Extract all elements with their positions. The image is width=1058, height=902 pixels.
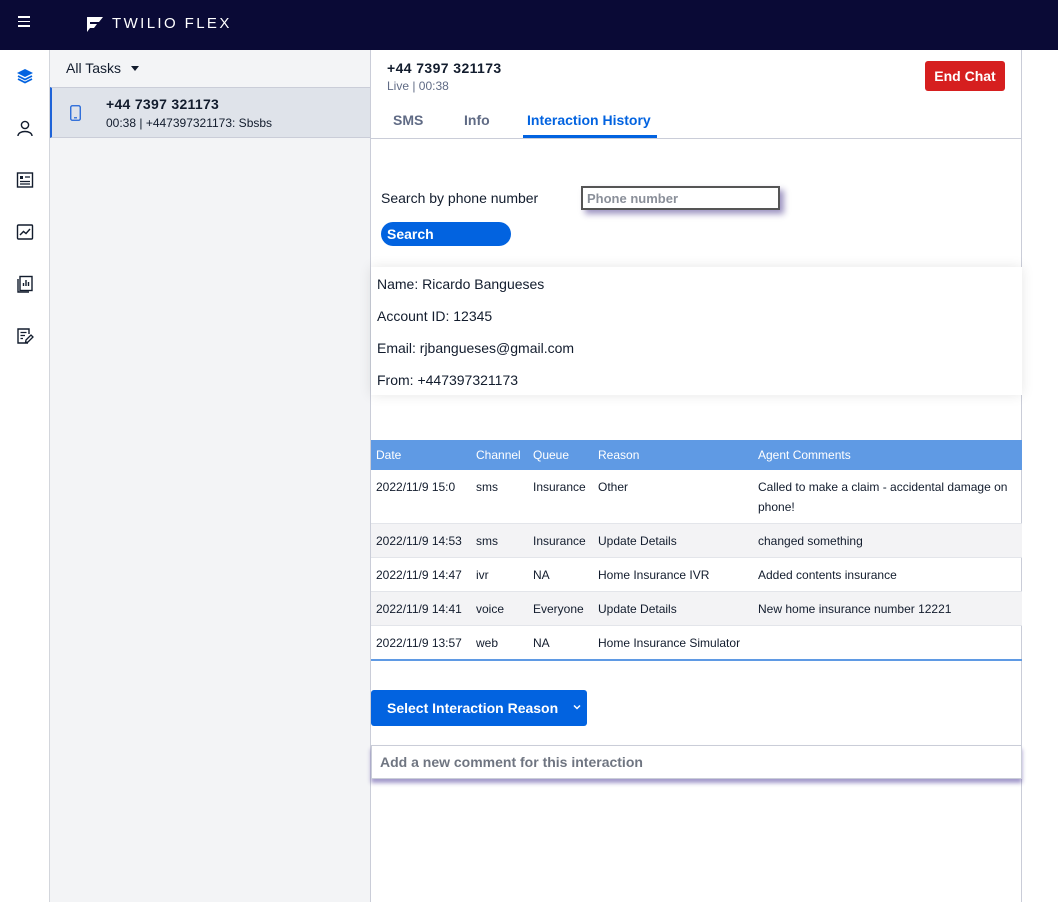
search-label: Search by phone number [381,190,539,206]
search-button[interactable]: Search [381,222,511,246]
cell-reason: Update Details [593,591,753,626]
task-header-title: +44 7397 321173 [387,60,502,76]
interaction-history-table: Date Channel Queue Reason Agent Comments… [371,440,1022,661]
active-tab-indicator [523,135,657,138]
mobile-phone-icon [70,105,81,121]
cell-agent-comments: Added contents insurance [753,557,1022,592]
table-row: 2022/11/9 15:0 sms Insurance Other Calle… [371,470,1022,524]
twilio-flex-logo-icon [87,17,103,32]
customer-account-id: Account ID: 12345 [377,308,493,324]
cell-queue: Insurance [528,470,593,524]
cell-agent-comments: changed something [753,523,1022,558]
cell-date: 2022/11/9 15:0 [371,470,471,524]
menu-icon[interactable] [18,16,30,30]
customer-from: From: +447397321173 [377,372,519,388]
task-filter-dropdown[interactable]: All Tasks [66,60,139,76]
cell-queue: Insurance [528,523,593,558]
column-header-channel: Channel [471,440,528,470]
cell-channel: sms [471,470,528,524]
cell-date: 2022/11/9 14:47 [371,557,471,592]
phone-number-input[interactable] [581,186,780,210]
task-tabs: SMS Info Interaction History [371,108,1022,139]
task-header-status: Live | 00:38 [387,79,449,93]
customer-email: Email: rjbangueses@gmail.com [377,340,575,356]
cell-reason: Home Insurance IVR [593,557,753,592]
table-row: 2022/11/9 13:57 web NA Home Insurance Si… [371,625,1022,661]
edit-document-icon[interactable] [14,325,36,347]
end-chat-button[interactable]: End Chat [925,61,1005,91]
top-bar: TWILIO FLEX [0,0,1058,50]
chevron-down-icon [573,704,581,710]
table-header-row: Date Channel Queue Reason Agent Comments [371,440,1022,470]
task-detail-panel: +44 7397 321173 Live | 00:38 End Chat SM… [371,50,1022,902]
teams-icon[interactable] [14,117,36,139]
customer-info-card: Name: Ricardo Bangueses Account ID: 1234… [371,267,1022,395]
customer-name: Name: Ricardo Bangueses [377,276,545,292]
caret-down-icon [130,66,139,71]
select-interaction-reason-button[interactable]: Select Interaction Reason [371,690,587,726]
cell-channel: voice [471,591,528,626]
column-header-reason: Reason [593,440,753,470]
cell-agent-comments: New home insurance number 12221 [753,591,1022,626]
cell-channel: sms [471,523,528,558]
cell-reason: Other [593,470,753,524]
cell-date: 2022/11/9 14:41 [371,591,471,626]
cell-reason: Update Details [593,523,753,558]
cell-reason: Home Insurance Simulator [593,625,753,661]
tab-info[interactable]: Info [464,112,490,128]
column-header-queue: Queue [528,440,593,470]
layers-icon[interactable] [14,65,36,87]
insights-chart-icon[interactable] [14,221,36,243]
task-title: +44 7397 321173 [106,96,220,112]
task-card[interactable]: +44 7397 321173 00:38 | +447397321173: S… [50,87,370,138]
cell-channel: ivr [471,557,528,592]
task-subtitle: 00:38 | +447397321173: Sbsbs [106,116,273,130]
reports-icon[interactable] [14,273,36,295]
brand-title: TWILIO FLEX [112,15,232,32]
table-row: 2022/11/9 14:47 ivr NA Home Insurance IV… [371,557,1022,592]
cell-agent-comments [753,625,1022,661]
column-header-date: Date [371,440,471,470]
contact-card-icon[interactable] [14,169,36,191]
cell-queue: Everyone [528,591,593,626]
cell-date: 2022/11/9 13:57 [371,625,471,661]
column-header-agent-comments: Agent Comments [753,440,1022,470]
cell-queue: NA [528,625,593,661]
tab-interaction-history[interactable]: Interaction History [527,112,651,128]
cell-channel: web [471,625,528,661]
interaction-comment-input[interactable] [371,745,1022,779]
table-row: 2022/11/9 14:53 sms Insurance Update Det… [371,523,1022,558]
table-row: 2022/11/9 14:41 voice Everyone Update De… [371,591,1022,626]
side-navigation [0,50,50,902]
tab-sms[interactable]: SMS [393,112,423,128]
task-filter-label: All Tasks [66,60,121,76]
cell-date: 2022/11/9 14:53 [371,523,471,558]
task-list-panel: All Tasks +44 7397 321173 00:38 | +44739… [50,50,371,902]
cell-queue: NA [528,557,593,592]
cell-agent-comments: Called to make a claim - accidental dama… [753,470,1022,524]
